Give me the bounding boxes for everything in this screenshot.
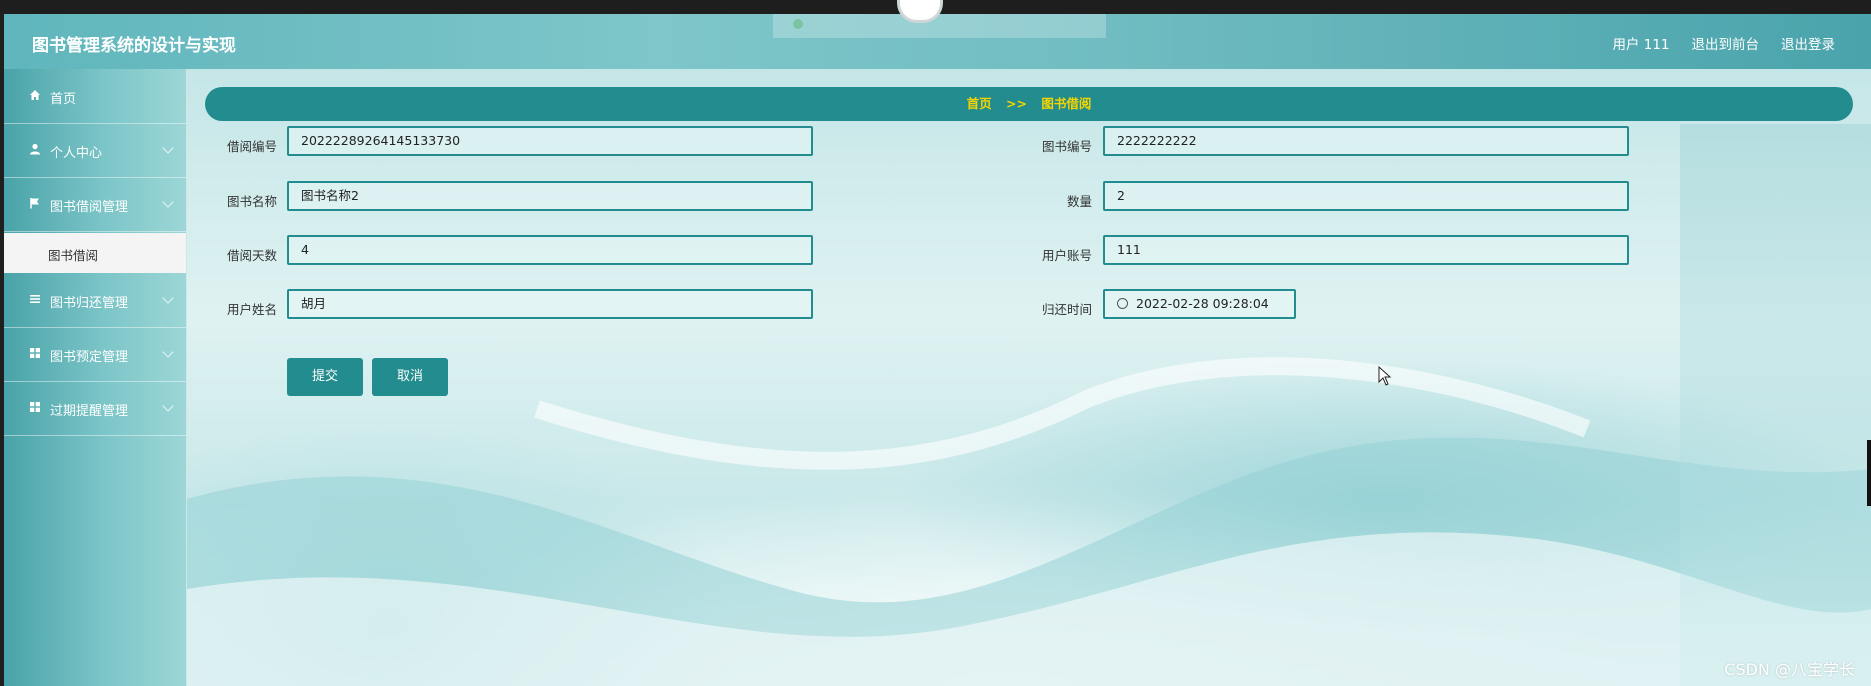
- sidebar-item-label: 过期提醒管理: [50, 404, 129, 419]
- chevron-down-icon: [162, 142, 174, 154]
- return-time-value: 2022-02-28 09:28:04: [1136, 296, 1269, 311]
- user-account-field[interactable]: 111: [1103, 235, 1629, 265]
- sidebar-item-personal-center[interactable]: 个人中心: [4, 123, 186, 178]
- submit-button[interactable]: 提交: [287, 358, 363, 396]
- side-panel-shade: [1680, 124, 1871, 686]
- chevron-down-icon: [162, 400, 174, 412]
- breadcrumb-separator: >>: [1006, 96, 1027, 111]
- sidebar-item-overdue-reminder[interactable]: 过期提醒管理: [4, 381, 186, 436]
- borrow-no-field[interactable]: 20222289264145133730: [287, 126, 813, 156]
- submenu-item-label: 图书借阅: [48, 248, 99, 263]
- sidebar: 首页 个人中心 图书借阅管理 图书借阅 图书归还管理 图书预定管理 过期提醒管理: [4, 69, 189, 686]
- sidebar-item-label: 个人中心: [50, 146, 103, 161]
- user-account-label: 用户账号: [1041, 248, 1092, 263]
- window-edge: [1867, 440, 1871, 506]
- quantity-field[interactable]: 2: [1103, 181, 1629, 211]
- submenu-item-book-borrow[interactable]: 图书借阅: [4, 233, 186, 273]
- sidebar-item-return-management[interactable]: 图书归还管理: [4, 273, 186, 328]
- success-icon: [793, 19, 803, 29]
- flag-icon: [28, 197, 42, 211]
- return-time-picker[interactable]: 2022-02-28 09:28:04: [1103, 289, 1296, 319]
- chevron-down-icon: [162, 292, 174, 304]
- clock-icon: [1117, 298, 1128, 309]
- breadcrumb-home[interactable]: 首页: [967, 96, 992, 111]
- header-nav: 用户 111 退出到前台 退出登录: [1612, 33, 1835, 53]
- grid-icon: [28, 347, 42, 361]
- chevron-down-icon: [162, 346, 174, 358]
- book-no-field[interactable]: 2222222222: [1103, 126, 1629, 156]
- app-title: 图书管理系统的设计与实现: [32, 36, 236, 56]
- sidebar-item-label: 图书预定管理: [50, 350, 129, 365]
- watermark-text: CSDN @八宝学长: [1724, 660, 1855, 679]
- sidebar-item-home[interactable]: 首页: [4, 69, 186, 124]
- list-icon: [28, 293, 42, 307]
- main-content: 首页 >> 图书借阅 借阅编号 20222289264145133730 图书编…: [187, 69, 1871, 686]
- borrow-days-label: 借阅天数: [226, 248, 277, 263]
- exit-to-front-link[interactable]: 退出到前台: [1692, 33, 1760, 53]
- user-menu[interactable]: 用户 111: [1612, 33, 1669, 53]
- borrow-no-label: 借阅编号: [226, 139, 277, 154]
- user-name-field[interactable]: 胡月: [287, 289, 813, 319]
- quantity-label: 数量: [1066, 194, 1092, 209]
- book-no-label: 图书编号: [1041, 139, 1092, 154]
- borrow-days-field[interactable]: 4: [287, 235, 813, 265]
- sidebar-item-label: 图书借阅管理: [50, 200, 129, 215]
- book-name-field[interactable]: 图书名称2: [287, 181, 813, 211]
- sidebar-item-label: 图书归还管理: [50, 296, 129, 311]
- user-icon: [28, 143, 42, 157]
- toast-notification: [773, 14, 1106, 38]
- breadcrumb: 首页 >> 图书借阅: [205, 87, 1853, 121]
- logout-link[interactable]: 退出登录: [1781, 33, 1835, 53]
- home-icon: [28, 89, 42, 103]
- mouse-cursor-icon: [1378, 366, 1392, 386]
- user-name-label: 用户姓名: [226, 302, 277, 317]
- book-name-label: 图书名称: [226, 194, 277, 209]
- sidebar-item-borrow-management[interactable]: 图书借阅管理: [4, 177, 186, 232]
- cancel-button[interactable]: 取消: [372, 358, 448, 396]
- app-window: 图书管理系统的设计与实现 用户 111 退出到前台 退出登录 首页 个人中心 图…: [0, 0, 1871, 686]
- sidebar-item-reservation-management[interactable]: 图书预定管理: [4, 327, 186, 382]
- return-time-label: 归还时间: [1041, 302, 1092, 317]
- breadcrumb-current: 图书借阅: [1041, 96, 1092, 111]
- sidebar-item-label: 首页: [50, 92, 77, 107]
- chevron-down-icon: [162, 196, 174, 208]
- grid-icon: [28, 401, 42, 415]
